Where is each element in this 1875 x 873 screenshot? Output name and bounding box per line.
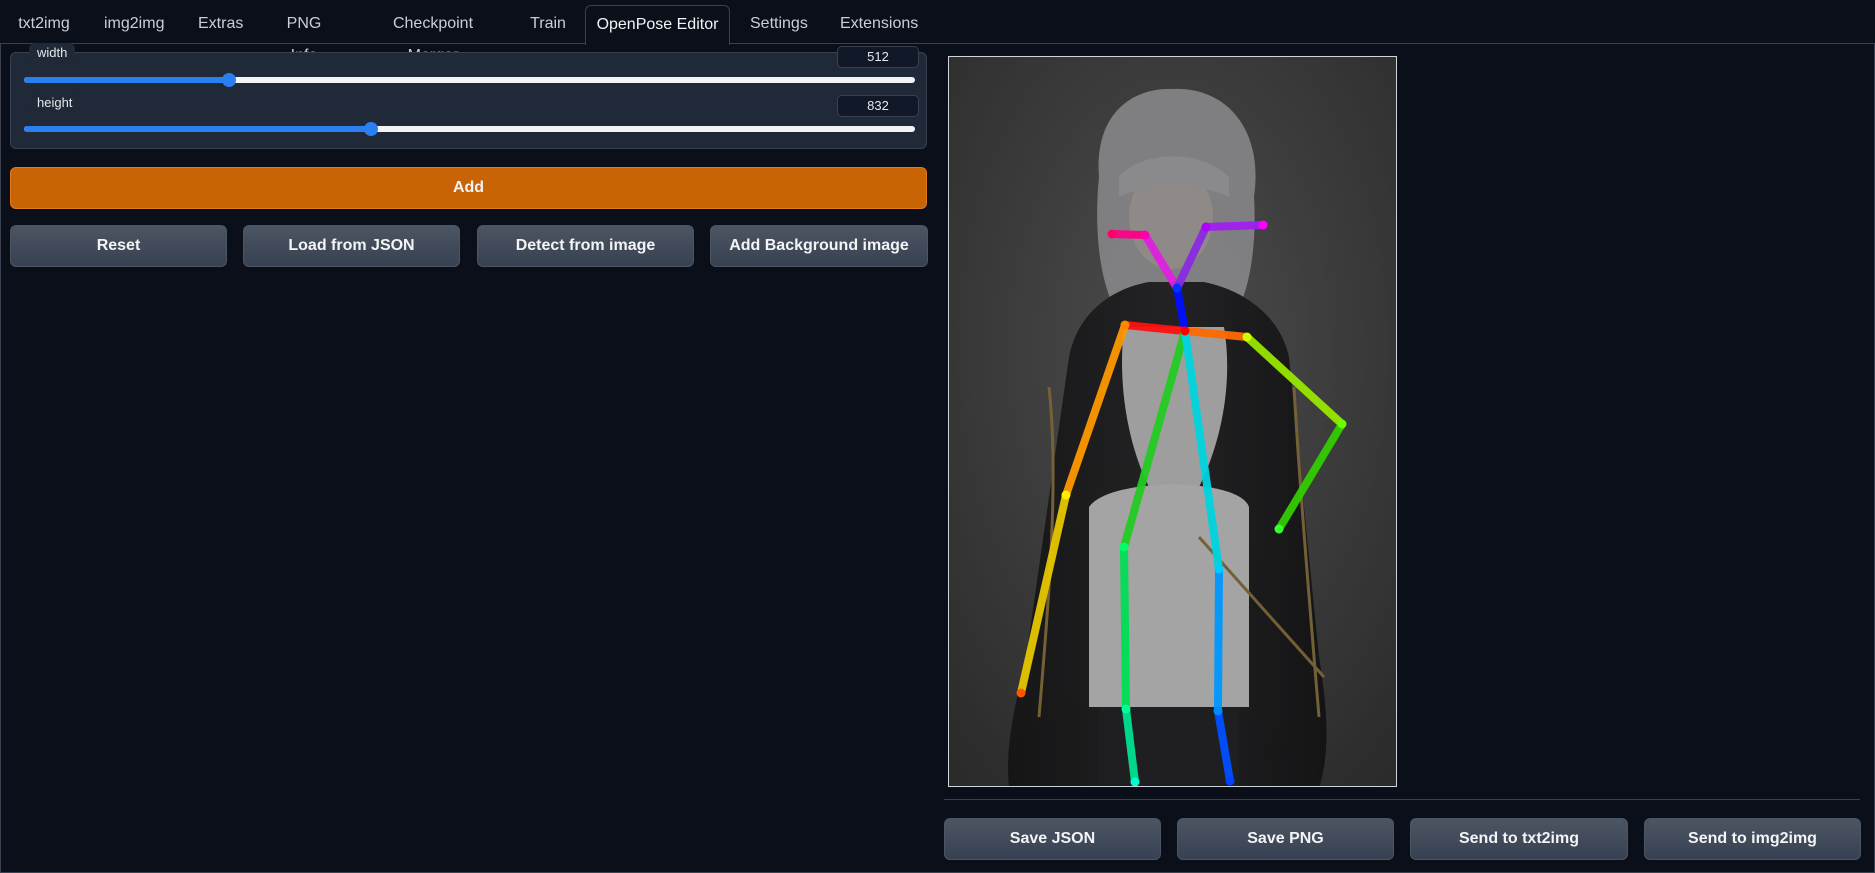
height-number-input[interactable]: 832 <box>837 95 919 117</box>
width-slider-thumb[interactable] <box>221 73 236 87</box>
save-png-button[interactable]: Save PNG <box>1177 818 1394 860</box>
send-to-txt2img-button[interactable]: Send to txt2img <box>1410 818 1628 860</box>
width-number-input[interactable]: 512 <box>837 46 919 68</box>
pose-canvas-svg <box>949 57 1396 786</box>
width-label: width <box>29 43 76 62</box>
height-label: height <box>29 93 81 112</box>
tab-png-info[interactable]: PNG Info <box>266 8 342 64</box>
tab-extensions[interactable]: Extensions <box>832 8 918 44</box>
width-slider[interactable] <box>24 73 915 87</box>
tab-txt2img[interactable]: txt2img <box>10 8 78 44</box>
detect-from-image-button[interactable]: Detect from image <box>477 225 694 267</box>
save-json-button[interactable]: Save JSON <box>944 818 1161 860</box>
add-background-image-button[interactable]: Add Background image <box>710 225 928 267</box>
height-slider-thumb[interactable] <box>364 122 379 136</box>
tab-bar: txt2img img2img Extras PNG Info Checkpoi… <box>0 0 1875 64</box>
tab-openpose-editor[interactable]: OpenPose Editor <box>585 5 730 45</box>
tab-extras[interactable]: Extras <box>190 8 246 44</box>
pose-canvas[interactable] <box>948 56 1397 787</box>
add-button[interactable]: Add <box>10 167 927 209</box>
dimension-sliders: width 512 height 832 <box>10 43 927 149</box>
tab-settings[interactable]: Settings <box>742 8 812 44</box>
reset-button[interactable]: Reset <box>10 225 227 267</box>
output-divider <box>944 799 1860 800</box>
load-from-json-button[interactable]: Load from JSON <box>243 225 460 267</box>
width-slider-fill <box>24 77 229 83</box>
tab-checkpoint-merger[interactable]: Checkpoint Merger <box>362 8 504 64</box>
tab-img2img[interactable]: img2img <box>96 8 172 44</box>
height-slider[interactable] <box>24 122 915 136</box>
send-to-img2img-button[interactable]: Send to img2img <box>1644 818 1861 860</box>
height-slider-fill <box>24 126 372 132</box>
tab-train[interactable]: Train <box>522 8 574 44</box>
